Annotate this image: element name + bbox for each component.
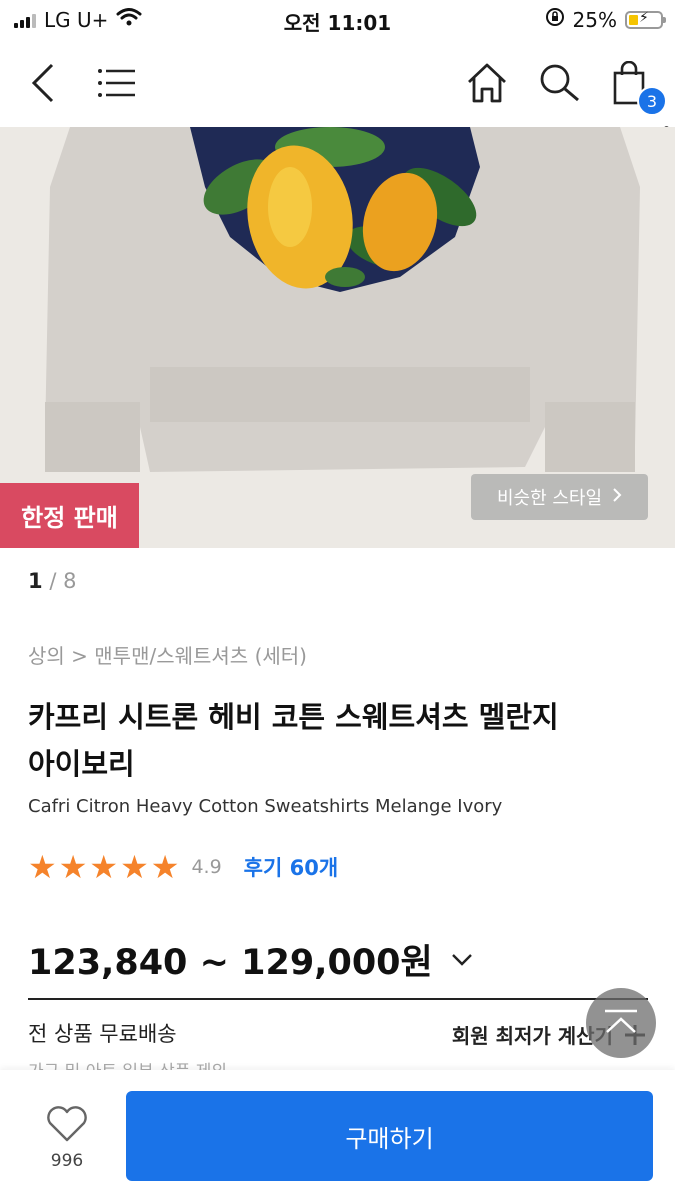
search-button[interactable]	[534, 38, 584, 127]
pager-current: 1	[28, 569, 43, 593]
similar-style-button[interactable]: 비슷한 스타일	[471, 474, 648, 520]
status-bar: LG U+ 오전 11:01 25% ⚡	[0, 0, 675, 38]
price-divider	[28, 998, 648, 1000]
orientation-lock-icon	[545, 7, 565, 32]
price-row[interactable]: 123,840 ~ 129,000원	[28, 934, 473, 985]
star-icon: ★	[89, 848, 119, 886]
chevron-right-icon	[612, 487, 622, 508]
chevron-left-icon	[31, 63, 54, 102]
breadcrumb[interactable]: 상의 > 맨투맨/스웨트셔츠 (세터)	[28, 640, 307, 669]
cart-count-badge: 3	[637, 86, 667, 116]
pager-total: 8	[63, 569, 77, 593]
back-button[interactable]	[18, 38, 68, 127]
price-range: 123,840 ~ 129,000원	[28, 943, 433, 983]
home-button[interactable]	[462, 38, 512, 127]
review-count-link[interactable]: 후기 60개	[244, 852, 339, 882]
battery-percent: 25%	[572, 7, 617, 32]
product-subtitle: Cafri Citron Heavy Cotton Sweatshirts Me…	[28, 796, 503, 817]
star-icon: ★	[120, 848, 149, 886]
search-icon	[540, 64, 579, 101]
home-icon	[468, 63, 506, 102]
bottom-action-bar: 996 구매하기	[0, 1070, 675, 1200]
status-right: 25% ⚡	[545, 7, 666, 32]
menu-button[interactable]	[92, 38, 142, 127]
buy-button[interactable]: 구매하기	[126, 1091, 653, 1181]
battery-icon: ⚡	[625, 10, 666, 29]
heart-icon	[47, 1106, 87, 1142]
rating-value: 4.9	[191, 856, 222, 878]
cart-button[interactable]: 3	[604, 38, 667, 127]
image-pager: 1 / 8	[28, 569, 76, 593]
product-title-line1: 카프리 시트론 헤비 코튼 스웨트셔츠 멜란지	[28, 700, 559, 734]
star-icon: ★	[150, 848, 180, 886]
product-title: 카프리 시트론 헤비 코튼 스웨트셔츠 멜란지 아이보리	[28, 694, 648, 788]
product-title-line2: 아이보리	[28, 747, 135, 781]
free-shipping-label: 전 상품 무료배송	[28, 1022, 177, 1046]
similar-style-label: 비슷한 스타일	[496, 488, 603, 509]
star-icon: ★	[28, 848, 57, 886]
hamburger-icon	[98, 68, 135, 97]
top-nav-bar: 3	[0, 38, 675, 127]
arrow-up-icon	[605, 1009, 637, 1033]
like-count: 996	[50, 1151, 84, 1171]
limited-sale-badge: 한정 판매	[0, 483, 139, 548]
star-icon: ★	[58, 848, 88, 886]
scroll-to-top-button[interactable]	[586, 988, 656, 1058]
like-button[interactable]: 996	[32, 1105, 102, 1171]
pager-separator: /	[49, 569, 64, 593]
rating-row: ★ ★ ★ ★ ★ 4.9 후기 60개	[28, 850, 338, 884]
chevron-down-icon	[451, 953, 472, 966]
